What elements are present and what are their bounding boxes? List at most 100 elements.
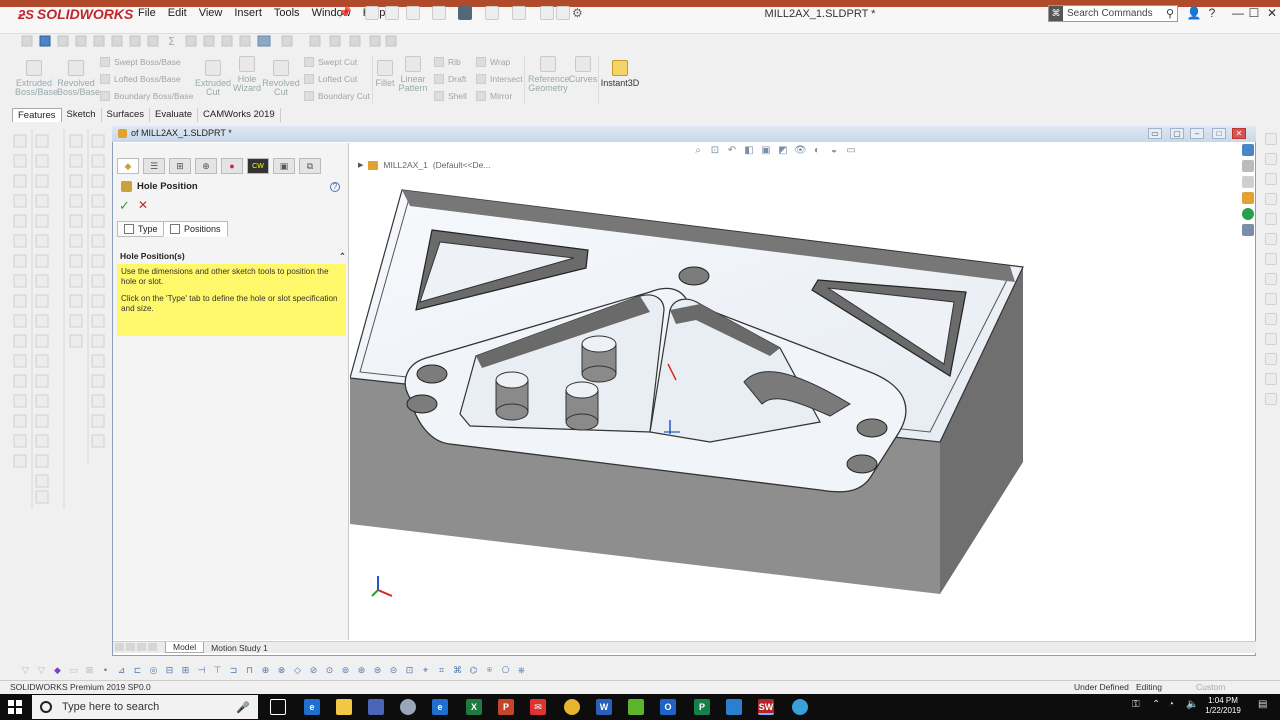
volume-icon[interactable]: 🔈	[1186, 699, 1198, 710]
boundary-boss-base-button[interactable]: Boundary Boss/Base	[100, 91, 193, 101]
tool-icon[interactable]: ◎	[148, 665, 159, 676]
tool-icon[interactable]: ⊟	[164, 665, 175, 676]
microphone-icon[interactable]: 🎤	[236, 701, 250, 714]
swept-cut-button[interactable]: Swept Cut	[304, 57, 357, 67]
tab-surfaces[interactable]: Surfaces	[102, 108, 151, 122]
tool-icon[interactable]: ⊿	[116, 665, 127, 676]
app-icon[interactable]	[726, 699, 742, 715]
menu-edit[interactable]: Edit	[162, 7, 193, 19]
units-status[interactable]: Custom	[1196, 682, 1225, 692]
ok-checkmark-icon[interactable]: ✓	[119, 198, 130, 214]
notification-icon[interactable]: ▤	[1258, 699, 1267, 710]
revolved-cut-button[interactable]: Revolved Cut	[262, 60, 300, 97]
tool-icon[interactable]: ⊕	[260, 665, 271, 676]
extruded-boss-base-button[interactable]: Extruded Boss/Base	[15, 60, 58, 97]
app-icon[interactable]	[792, 699, 808, 715]
select-icon[interactable]	[512, 6, 526, 20]
property-manager-tab-icon[interactable]: ◆	[117, 158, 139, 174]
collapse-chevron-icon[interactable]: ⌃	[339, 251, 346, 263]
tool-icon[interactable]: ⊓	[244, 665, 255, 676]
pin-icon[interactable]: 📌	[338, 6, 352, 20]
file-explorer-taskbar-icon[interactable]	[336, 699, 352, 715]
show-hidden-icons[interactable]: ⌃	[1152, 699, 1160, 710]
menu-file[interactable]: File	[132, 7, 162, 19]
feature-manager-tab-icon[interactable]: ☰	[143, 158, 165, 174]
tool-icon[interactable]: ⊣	[196, 665, 207, 676]
configuration-manager-tab-icon[interactable]: ⊞	[169, 158, 191, 174]
curves-button[interactable]: Curves	[568, 56, 598, 84]
reference-geometry-button[interactable]: Reference Geometry	[528, 56, 570, 93]
taskbar-clock[interactable]: 1:04 PM 1/22/2019	[1200, 696, 1246, 716]
project-icon[interactable]: P	[694, 699, 710, 715]
right-tool-icon[interactable]	[1265, 293, 1277, 305]
options-gear-icon[interactable]: ⚙	[572, 6, 586, 20]
search-commands-input[interactable]: Search Commands	[1063, 8, 1163, 19]
rib-button[interactable]: Rib	[434, 57, 461, 67]
graphics-area[interactable]	[349, 142, 1240, 640]
mirror-button[interactable]: Mirror	[476, 91, 512, 101]
tab-evaluate[interactable]: Evaluate	[150, 108, 199, 122]
camworks-tab-icon[interactable]: CW	[247, 158, 269, 174]
hole-positions-group-header[interactable]: Hole Position(s) ⌃	[117, 251, 346, 263]
right-tool-icon[interactable]	[1265, 173, 1277, 185]
help-icon[interactable]: ?	[1202, 6, 1222, 20]
tab-type[interactable]: Type	[117, 221, 165, 237]
display-manager-tab-icon[interactable]: ●	[221, 158, 243, 174]
new-document-icon[interactable]	[385, 6, 399, 20]
intersect-button[interactable]: Intersect	[476, 74, 523, 84]
windows-start-icon[interactable]	[8, 700, 22, 714]
tool-icon[interactable]: ⌗	[436, 665, 447, 676]
doc-minimize-icon[interactable]: –	[1190, 128, 1204, 139]
app-icon[interactable]	[400, 699, 416, 715]
camtasia-icon[interactable]	[628, 699, 644, 715]
search-icon[interactable]: ⚲	[1163, 7, 1177, 20]
tool-icon[interactable]: ⎔	[500, 665, 511, 676]
close-icon[interactable]: ✕	[1262, 6, 1280, 20]
tool-icon[interactable]: ▭	[68, 665, 79, 676]
doc-maximize-icon[interactable]: □	[1212, 128, 1226, 139]
right-tool-icon[interactable]	[1265, 153, 1277, 165]
hole-wizard-button[interactable]: Hole Wizard	[228, 56, 266, 93]
word-icon[interactable]: W	[596, 699, 612, 715]
cancel-x-icon[interactable]: ✕	[138, 198, 148, 212]
solidworks-taskbar-icon[interactable]: SW	[758, 699, 774, 715]
solidworks-resources-icon[interactable]	[1242, 144, 1254, 156]
tool-icon[interactable]: ⊜	[372, 665, 383, 676]
user-icon[interactable]: 👤	[1184, 6, 1204, 20]
task-view-icon[interactable]	[270, 699, 286, 715]
taskbar-search-box[interactable]: Type here to search 🎤	[32, 695, 258, 719]
view-palette-icon[interactable]	[1242, 192, 1254, 204]
fillet-button[interactable]: Fillet	[372, 60, 398, 88]
right-tool-icon[interactable]	[1265, 253, 1277, 265]
lofted-cut-button[interactable]: Lofted Cut	[304, 74, 357, 84]
tool-icon[interactable]: ⌖	[420, 665, 431, 676]
right-tool-icon[interactable]	[1265, 213, 1277, 225]
rebuild-icon[interactable]	[540, 6, 554, 20]
tool-icon[interactable]: ⌬	[468, 665, 479, 676]
outlook-icon[interactable]: O	[660, 699, 676, 715]
shell-button[interactable]: Shell	[434, 91, 467, 101]
powerpoint-icon[interactable]: P	[498, 699, 514, 715]
boundary-cut-button[interactable]: Boundary Cut	[304, 91, 370, 101]
undo-icon[interactable]	[485, 6, 499, 20]
lofted-boss-base-button[interactable]: Lofted Boss/Base	[100, 74, 181, 84]
network-icon[interactable]: ⚿	[1132, 699, 1140, 710]
menu-insert[interactable]: Insert	[228, 7, 268, 19]
open-icon[interactable]	[406, 6, 420, 20]
mail-icon[interactable]: ✉	[530, 699, 546, 715]
maximize-icon[interactable]: ☐	[1244, 6, 1264, 20]
tool-icon[interactable]: ⊚	[340, 665, 351, 676]
mill-part-model[interactable]	[349, 142, 1240, 640]
tool-icon[interactable]: ◆	[52, 665, 63, 676]
excel-icon[interactable]: X	[466, 699, 482, 715]
right-tool-icon[interactable]	[1265, 373, 1277, 385]
revolved-boss-base-button[interactable]: Revolved Boss/Base	[57, 60, 100, 97]
tool-icon[interactable]: ⊛	[356, 665, 367, 676]
tool-icon[interactable]: ⊘	[308, 665, 319, 676]
tool-icon[interactable]: ◇	[292, 665, 303, 676]
print-icon[interactable]	[458, 6, 472, 20]
tab-model[interactable]: Model	[165, 642, 205, 653]
tool-icon[interactable]: ⊡	[404, 665, 415, 676]
chrome-icon[interactable]	[564, 699, 580, 715]
tool-icon[interactable]: ⊞	[180, 665, 191, 676]
